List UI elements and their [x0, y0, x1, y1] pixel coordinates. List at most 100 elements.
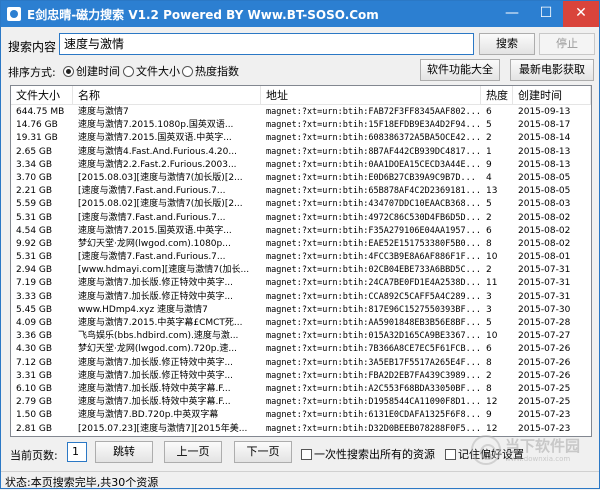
next-page-button[interactable]: 下一页: [234, 441, 292, 463]
table-row[interactable]: 2.65 GB 速度与激情4.Fast.And.Furious.4.20... ma…: [11, 146, 591, 159]
table-row[interactable]: 7.12 GB 速度与激情7.加长版.修正特效中英字... magnet:?xt=u…: [11, 357, 591, 370]
page-label: 当前页数:: [10, 449, 58, 462]
table-row[interactable]: 4.54 GB 速度与激情7.2015.国英双语.中英字... magnet:?xt…: [11, 225, 591, 238]
page-input[interactable]: 1: [67, 442, 87, 462]
cell-size: 2.94 GB: [16, 265, 53, 276]
cell-date: 2015-08-01: [518, 252, 571, 263]
cell-date: 2015-08-02: [518, 238, 571, 249]
search-all-checkbox[interactable]: 一次性搜索出所有的资源: [301, 446, 435, 461]
table-row[interactable]: 2.21 GB [速度与激情7.Fast.and.Furious.7... magn…: [11, 185, 591, 198]
table-row[interactable]: 2.79 GB 速度与激情7.加长版.特效中英字幕.F... magnet:?xt=…: [11, 396, 591, 409]
table-row[interactable]: 3.33 GB 速度与激情7.加长版.修正特效中英字... magnet:?xt=u…: [11, 291, 591, 304]
cell-size: 5.31 GB: [16, 212, 53, 223]
cell-hotness: 11: [486, 278, 498, 289]
table-row[interactable]: 3.70 GB [2015.08.03][速度与激情7(加长版)[2... magn…: [11, 172, 591, 185]
sort-option-size[interactable]: 文件大小: [123, 63, 180, 78]
table-row[interactable]: 3.34 GB 速度与激情2.2.Fast.2.Furious.2003... ma…: [11, 159, 591, 172]
table-row[interactable]: 14.76 GB 速度与激情7.2015.1080p.国英双语... magnet:…: [11, 119, 591, 132]
cell-address: magnet:?xt=urn:btih:6131E0CDAFA1325F6F8.…: [266, 410, 481, 421]
table-row[interactable]: 19.31 GB 速度与激情7.2015.国英双语.中英字... magnet:?x…: [11, 132, 591, 145]
table-row[interactable]: 2.94 GB [www.hdmayi.com][速度与激情7(加长... magn…: [11, 264, 591, 277]
cell-address: magnet:?xt=urn:btih:015A32D165CA9BE3367.…: [266, 331, 481, 342]
cell-address: magnet:?xt=urn:btih:7B366A8CE7EC5F61FCB.…: [266, 344, 481, 355]
cell-address: magnet:?xt=urn:btih:24CA7BE0FD1E4A2538D.…: [266, 278, 481, 289]
cell-date: 2015-08-13: [518, 146, 571, 157]
close-button[interactable]: ✕: [563, 1, 599, 27]
table-row[interactable]: 5.59 GB [2015.08.02][速度与激情7(加长版)[2... magn…: [11, 198, 591, 211]
radio-unchecked-icon: [123, 66, 134, 77]
cell-address: magnet:?xt=urn:btih:02CB04EBE733A6BBD5C.…: [266, 265, 481, 276]
cell-hotness: 10: [486, 331, 498, 342]
cell-size: 9.92 GB: [16, 238, 53, 249]
cell-hotness: 8: [486, 357, 492, 368]
results-table[interactable]: 文件大小 名称 地址 热度 创建时间 644.75 MB 速度与激情7 magnet…: [10, 85, 592, 437]
cell-name: [速度与激情7.Fast.and.Furious.7...: [78, 186, 226, 197]
table-header: 文件大小 名称 地址 热度 创建时间: [11, 86, 591, 105]
status-bar: 状态:本页搜索完毕,共30个资源: [1, 471, 599, 489]
cell-size: 1.50 GB: [16, 410, 53, 421]
table-row[interactable]: 5.45 GB www.HDmp4.xyz 速度与激情7 magnet:?xt=ur…: [11, 304, 591, 317]
table-row[interactable]: 5.31 GB [速度与激情7.Fast.and.Furious.7... magn…: [11, 212, 591, 225]
table-row[interactable]: 6.10 GB 速度与激情7.加长版.特效中英字幕.F... magnet:?xt=…: [11, 383, 591, 396]
table-row[interactable]: 3.31 GB 速度与激情7.加长版.修正特效中英字... magnet:?xt=u…: [11, 370, 591, 383]
latest-movies-button[interactable]: 最新电影获取: [510, 59, 594, 81]
cell-hotness: 9: [486, 159, 492, 170]
sort-option-created[interactable]: 创建时间: [63, 63, 120, 78]
cell-address: magnet:?xt=urn:btih:4972C86C530D4FB6D5D.…: [266, 212, 481, 223]
cell-date: 2015-07-28: [518, 318, 571, 328]
stop-button[interactable]: 停止: [539, 33, 595, 55]
minimize-button[interactable]: —: [495, 1, 529, 27]
column-header-size[interactable]: 文件大小: [11, 86, 73, 105]
table-row[interactable]: 4.30 GB 梦幻天堂·龙网(lwgod.com).720p.速... magne…: [11, 343, 591, 356]
sort-option-label: 文件大小: [136, 65, 180, 78]
cell-hotness: 2: [486, 265, 492, 276]
cell-address: magnet:?xt=urn:btih:817E96C1527550393BF.…: [266, 304, 481, 315]
cell-hotness: 2: [486, 212, 492, 223]
column-header-hotness[interactable]: 热度: [481, 86, 513, 105]
cell-size: 19.31 GB: [16, 133, 58, 144]
cell-size: 7.12 GB: [16, 357, 53, 368]
cell-size: 4.09 GB: [16, 318, 53, 328]
cell-size: 2.79 GB: [16, 397, 53, 408]
cell-name: 速度与激情7.BD.720p.中英双字幕: [78, 410, 219, 421]
cell-address: magnet:?xt=urn:btih:CCA892C5CAFF5A4C289.…: [266, 291, 481, 302]
cell-size: 4.30 GB: [16, 344, 53, 355]
table-row[interactable]: 7.19 GB 速度与激情7.加长版.修正特效中英字... magnet:?xt=u…: [11, 277, 591, 290]
cell-hotness: 12: [486, 397, 498, 408]
cell-size: 644.75 MB: [16, 107, 65, 117]
prev-page-button[interactable]: 上一页: [164, 441, 222, 463]
search-button[interactable]: 搜索: [479, 33, 535, 55]
jump-button[interactable]: 跳转: [95, 441, 153, 463]
cell-name: 速度与激情7: [78, 107, 129, 117]
checkbox-icon: [445, 449, 456, 460]
table-row[interactable]: 1.50 GB 速度与激情7.BD.720p.中英双字幕 magnet:?xt=ur…: [11, 409, 591, 422]
maximize-button[interactable]: ☐: [529, 1, 563, 27]
table-row[interactable]: 9.92 GB 梦幻天堂·龙网(lwgod.com).1080p... magnet…: [11, 238, 591, 251]
window-title: E剑忠晴-磁力搜索 V1.2 Powered BY Www.BT-SOSO.Co…: [27, 8, 379, 22]
cell-name: [2015.08.03][速度与激情7(加长版)[2...: [78, 172, 243, 183]
cell-date: 2015-08-02: [518, 225, 571, 236]
table-row[interactable]: 3.36 GB 飞鸟娱乐(bbs.hdbird.com).速度与激... magne…: [11, 330, 591, 343]
column-header-date[interactable]: 创建时间: [513, 86, 591, 105]
cell-name: [速度与激情7.Fast.and.Furious.7...: [78, 212, 226, 223]
search-input[interactable]: 速度与激情: [59, 33, 474, 55]
cell-date: 2015-07-25: [518, 383, 571, 394]
cell-hotness: 10: [486, 252, 498, 263]
cell-address: magnet:?xt=urn:btih:E0D6B27CB39A9C9B7D..…: [266, 172, 476, 183]
cell-size: 4.54 GB: [16, 225, 53, 236]
cell-date: 2015-07-23: [518, 410, 571, 421]
features-button[interactable]: 软件功能大全: [420, 59, 500, 81]
sort-option-hotness[interactable]: 热度指数: [182, 63, 239, 78]
column-header-name[interactable]: 名称: [73, 86, 261, 105]
column-header-address[interactable]: 地址: [261, 86, 481, 105]
cell-address: magnet:?xt=urn:btih:FAB72F3FF8345AAF802.…: [266, 107, 481, 117]
cell-name: [www.hdmayi.com][速度与激情7(加长...: [78, 265, 250, 276]
table-row[interactable]: 644.75 MB 速度与激情7 magnet:?xt=urn:btih:FAB72…: [11, 106, 591, 119]
table-row[interactable]: 5.31 GB [速度与激情7.Fast.and.Furious.7... magn…: [11, 251, 591, 264]
cell-hotness: 8: [486, 383, 492, 394]
title-bar[interactable]: E剑忠晴-磁力搜索 V1.2 Powered BY Www.BT-SOSO.Co…: [1, 1, 599, 27]
table-row[interactable]: 4.09 GB 速度与激情7.2015.中英字幕£CMCT死... magnet:?…: [11, 317, 591, 330]
cell-hotness: 5: [486, 318, 492, 328]
cell-address: magnet:?xt=urn:btih:0AA1DOEA15CECD3A44E.…: [266, 159, 481, 170]
cell-hotness: 2: [486, 370, 492, 381]
